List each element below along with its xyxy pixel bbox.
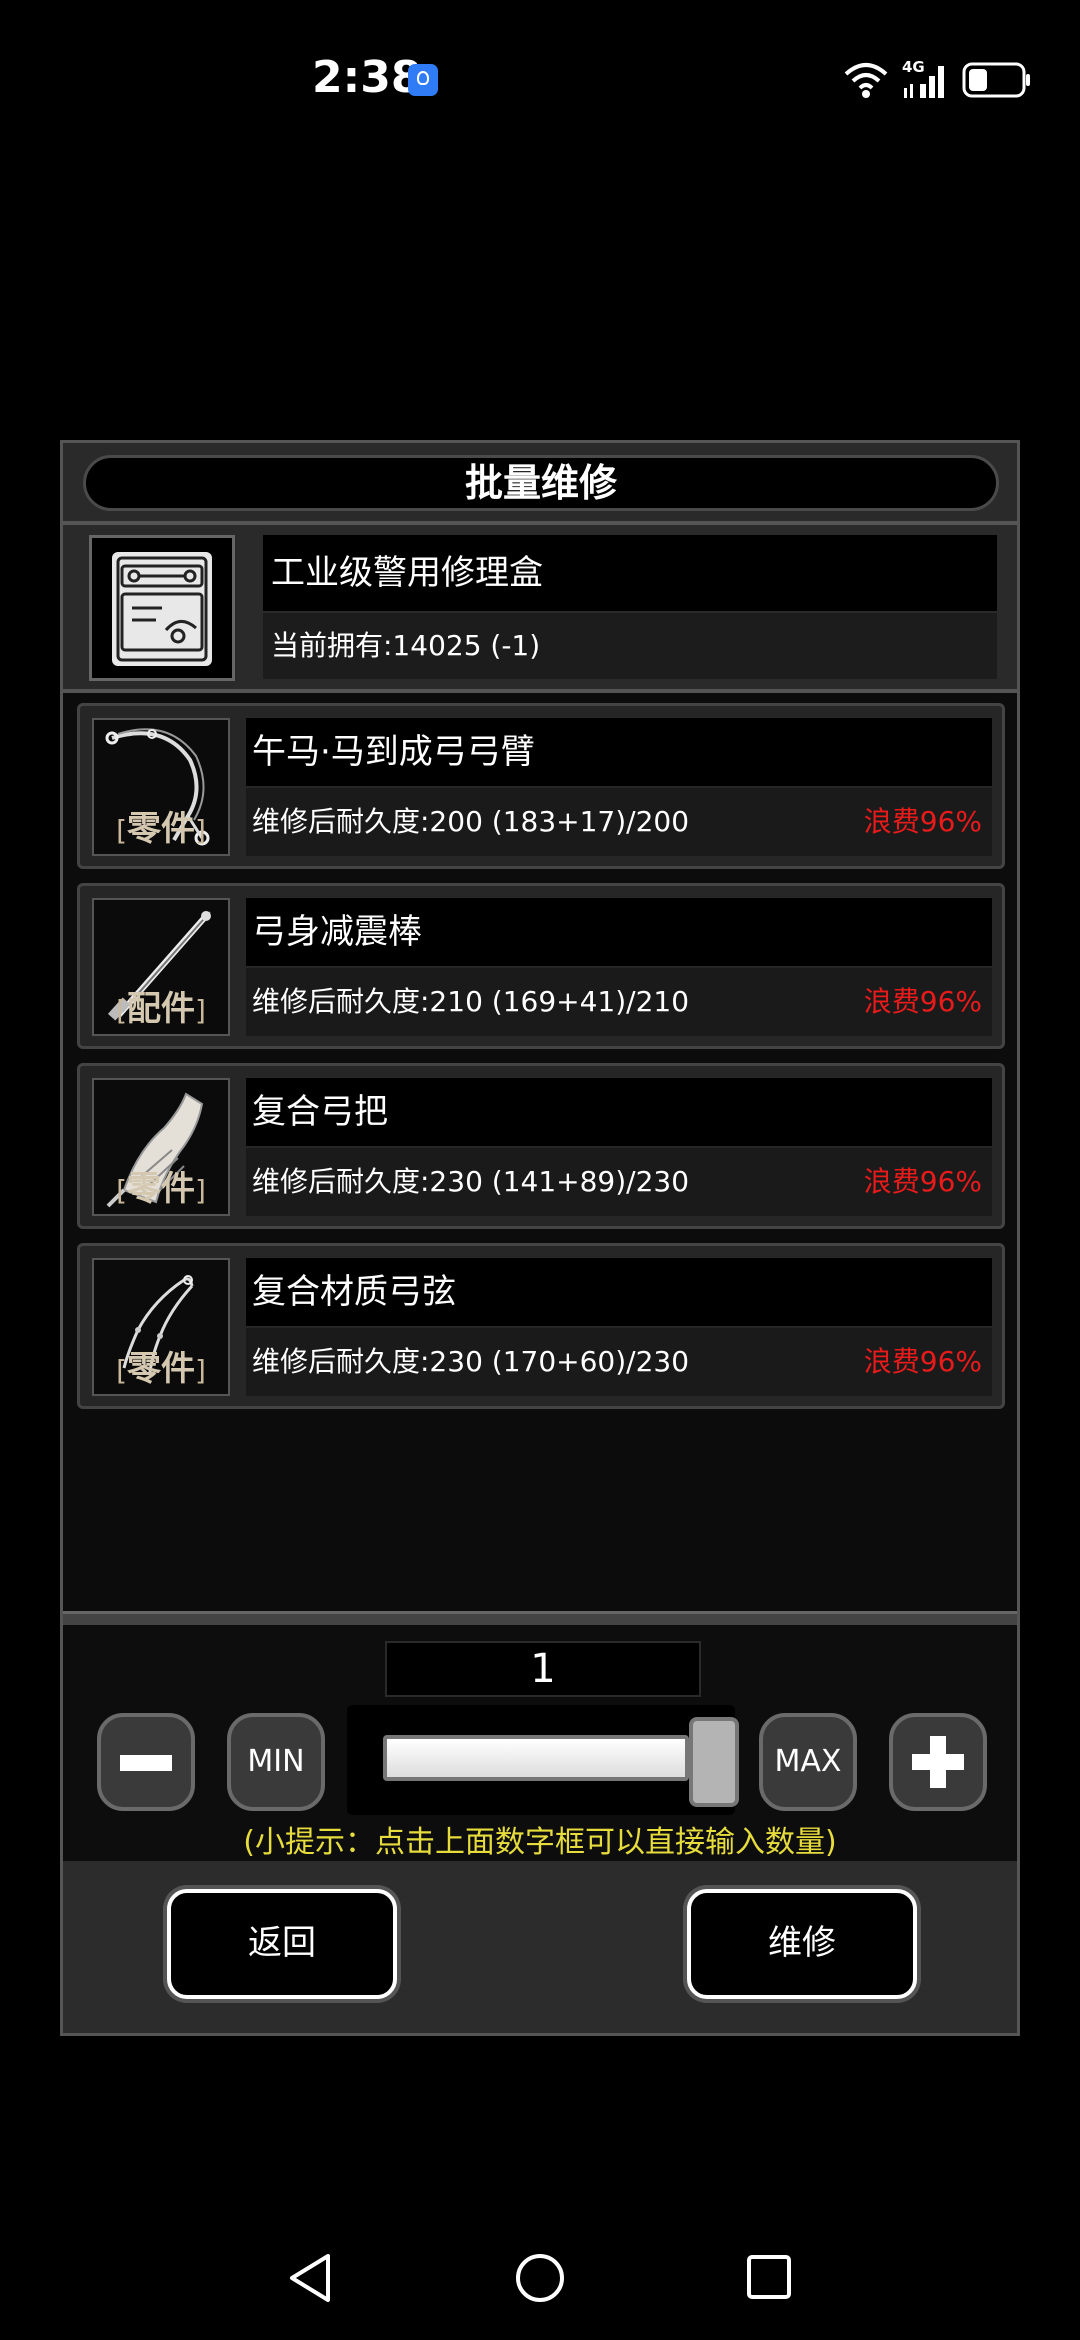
repair-kit-owned-count: 当前拥有:14025 (-1) [263,613,997,679]
wifi-icon [844,63,888,98]
max-button[interactable]: MAX [759,1713,857,1811]
repair-button[interactable]: 维修 [687,1889,917,1999]
plus-icon [930,1736,946,1788]
divider [63,1611,1017,1625]
recents-nav-icon[interactable] [746,2254,792,2300]
list-item[interactable]: [配件] 弓身减震棒 维修后耐久度:210 (169+41)/210 浪费96% [77,883,1005,1049]
slider-track[interactable] [383,1735,689,1781]
item-thumbnail: [零件] [92,718,230,856]
item-durability-text: 维修后耐久度:210 (169+41)/210 [252,985,690,1018]
item-waste-percent: 浪费96% [863,1165,982,1198]
status-bar: 2:38 4G [0,0,1080,160]
item-durability: 维修后耐久度:210 (169+41)/210 浪费96% [246,968,992,1036]
cell-signal-icon [904,66,944,98]
item-waste-percent: 浪费96% [863,805,982,838]
batch-repair-dialog: 批量维修 工业级警用修理盒 当前拥有:14025 (-1) [零件] 午马·马到… [60,440,1020,2036]
increment-button[interactable] [889,1713,987,1811]
item-durability-text: 维修后耐久度:200 (183+17)/200 [252,805,690,838]
toolbox-icon [112,552,212,666]
item-waste-percent: 浪费96% [863,1345,982,1378]
item-thumbnail: [配件] [92,898,230,1036]
minus-icon [120,1755,172,1771]
home-nav-icon[interactable] [514,2252,566,2304]
quantity-input[interactable]: 1 [385,1641,701,1697]
item-name: 复合材质弓弦 [246,1258,992,1326]
back-button[interactable]: 返回 [167,1889,397,1999]
item-durability-text: 维修后耐久度:230 (141+89)/230 [252,1165,690,1198]
slider-handle[interactable] [689,1717,739,1807]
item-thumbnail: [零件] [92,1078,230,1216]
item-type-tag: [零件] [116,1349,206,1389]
item-durability: 维修后耐久度:230 (170+60)/230 浪费96% [246,1328,992,1396]
list-item[interactable]: [零件] 午马·马到成弓弓臂 维修后耐久度:200 (183+17)/200 浪… [77,703,1005,869]
min-button[interactable]: MIN [227,1713,325,1811]
item-type-tag: [配件] [116,989,206,1029]
item-type-tag: [零件] [116,809,206,849]
repair-item-list: [零件] 午马·马到成弓弓臂 维修后耐久度:200 (183+17)/200 浪… [63,693,1017,1611]
item-waste-percent: 浪费96% [863,985,982,1018]
quantity-slider[interactable] [347,1705,739,1815]
repair-kit-name: 工业级警用修理盒 [263,535,997,611]
item-durability: 维修后耐久度:230 (141+89)/230 浪费96% [246,1148,992,1216]
item-name: 午马·马到成弓弓臂 [246,718,992,786]
item-thumbnail: [零件] [92,1258,230,1396]
back-nav-icon[interactable] [286,2252,334,2304]
item-type-tag: [零件] [116,1169,206,1209]
input-hint: (小提示：点击上面数字框可以直接输入数量) [243,1825,837,1860]
quantity-controls: 1 MIN MAX (小提示：点击上面数字框可以直接输入数量) [63,1625,1017,1861]
repair-kit-thumbnail [89,535,235,681]
clock: 2:38 [312,52,422,103]
dialog-title: 批量维修 [83,455,999,511]
battery-icon [962,62,1030,98]
list-item[interactable]: [零件] 复合弓把 维修后耐久度:230 (141+89)/230 浪费96% [77,1063,1005,1229]
list-item[interactable]: [零件] 复合材质弓弦 维修后耐久度:230 (170+60)/230 浪费96… [77,1243,1005,1409]
item-name: 弓身减震棒 [246,898,992,966]
decrement-button[interactable] [97,1713,195,1811]
notification-bulb-icon [408,64,438,96]
item-durability-text: 维修后耐久度:230 (170+60)/230 [252,1345,690,1378]
item-name: 复合弓把 [246,1078,992,1146]
item-durability: 维修后耐久度:200 (183+17)/200 浪费96% [246,788,992,856]
